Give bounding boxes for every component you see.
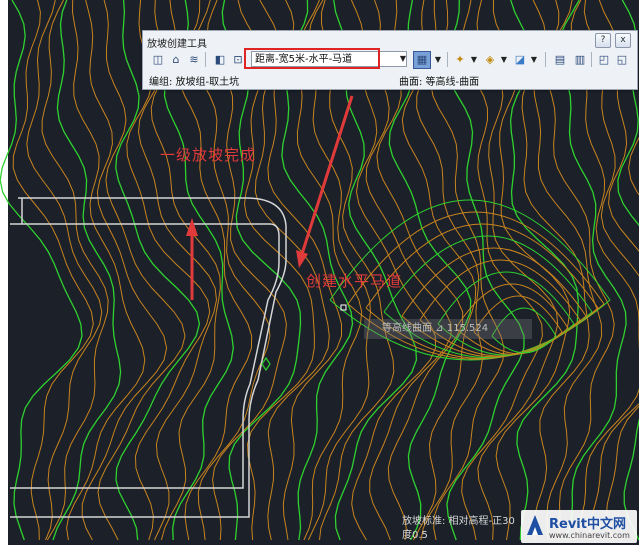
criteria-dropdown-arrow-icon[interactable]: ▼ <box>397 51 409 67</box>
target-surface-icon[interactable]: ⌂ <box>167 51 185 69</box>
revit-logo-icon <box>527 515 543 535</box>
surface-tooltip-text: 等高线曲面 ⊿ 115.524 <box>382 323 489 334</box>
watermark-url: www.chinarevit.com <box>549 531 630 540</box>
layout-parameters-icon[interactable]: ≋ <box>185 51 203 69</box>
elevation-editor-icon[interactable]: ▥ <box>571 51 589 69</box>
toolbar-separator <box>591 52 592 67</box>
status-group: 编组: 放坡组-取土坑 <box>149 77 240 88</box>
grading-info-readout: 放坡标准: 相对高程-正30 度0.5 <box>402 515 515 543</box>
drawing-canvas[interactable]: 放坡创建工具 ? x ◫ ⌂ ≋ ◧ ⊡ 距离-宽5米-水平-马道 ▼ ▦ ▼ … <box>0 0 639 545</box>
criteria-highlight-box <box>244 48 380 69</box>
status-surface: 曲面: 等高线-曲面 <box>399 77 480 88</box>
toolbar-buttons-row: ◫ ⌂ ≋ ◧ ⊡ 距离-宽5米-水平-马道 ▼ ▦ ▼ ✦ ▼ ◈ ▼ ◪ ▼… <box>147 50 633 70</box>
toolbar-separator <box>205 52 206 67</box>
volume-tools-icon[interactable]: ◰ <box>595 51 613 69</box>
flow-tools-icon[interactable]: ◱ <box>613 51 631 69</box>
grading-info-line2: 度0.5 <box>402 530 428 541</box>
grading-editor-icon[interactable]: ▤ <box>551 51 569 69</box>
infill-dropdown-icon[interactable]: ▼ <box>525 51 543 69</box>
toolbar-close-icon[interactable]: x <box>615 33 631 48</box>
site-watermark: Revit中文网 www.chinarevit.com <box>521 510 637 543</box>
grading-info-line1: 放坡标准: 相对高程-正30 <box>402 516 515 527</box>
surface-tooltip: 等高线曲面 ⊿ 115.524 <box>364 319 532 339</box>
toolbar-title: 放坡创建工具 <box>147 39 207 50</box>
toolbar-separator <box>447 52 448 67</box>
group-properties-icon[interactable]: ◫ <box>149 51 167 69</box>
toolbar-help-icon[interactable]: ? <box>595 33 611 48</box>
annotation-level1-done: 一级放坡完成 <box>160 146 257 164</box>
grading-creation-toolbar: 放坡创建工具 ? x ◫ ⌂ ≋ ◧ ⊡ 距离-宽5米-水平-马道 ▼ ▦ ▼ … <box>142 30 638 90</box>
annotation-create-berm: 创建水平马道 <box>306 272 403 290</box>
toolbar-separator <box>545 52 546 67</box>
watermark-brand: Revit中文网 <box>549 517 626 532</box>
grading-style-dropdown-icon[interactable]: ▼ <box>429 51 447 69</box>
criteria-set-icon[interactable]: ◧ <box>211 51 229 69</box>
